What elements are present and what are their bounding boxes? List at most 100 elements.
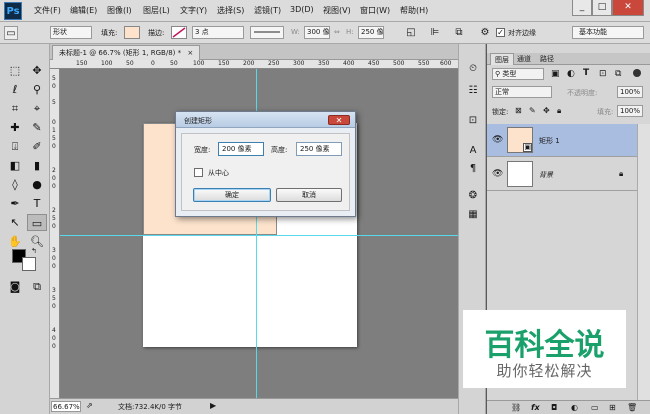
link-icon[interactable]: ⛓ — [511, 403, 521, 412]
menu-type[interactable]: 文字(Y) — [180, 5, 207, 16]
text-panel-icon[interactable]: A — [465, 144, 481, 158]
marquee-tool-icon[interactable]: ⬚ — [5, 62, 25, 79]
filter-shape-icon[interactable]: ⊡ — [599, 69, 607, 79]
history-brush-icon[interactable]: ✐ — [27, 138, 47, 155]
restore-button[interactable]: □ — [592, 0, 612, 16]
new-layer-icon[interactable]: ⊞ — [609, 403, 616, 412]
dialog-title-bar[interactable]: 创建矩形 ✕ — [176, 112, 355, 128]
clone-stamp-icon[interactable]: ⍗ — [5, 138, 25, 155]
path-arrangement-icon[interactable]: ⧉ — [452, 26, 466, 40]
lock-all-icon[interactable]: 🔒︎ — [557, 106, 561, 116]
lock-transparent-icon[interactable]: ⊠ — [515, 106, 522, 115]
visibility-eye-icon[interactable]: 👁︎ — [492, 135, 503, 145]
menu-image[interactable]: 图像(I) — [107, 5, 132, 16]
stroke-type-select[interactable] — [250, 26, 284, 39]
fx-icon[interactable]: fx — [531, 403, 540, 412]
minimize-button[interactable]: _ — [572, 0, 592, 16]
menu-help[interactable]: 帮助(H) — [400, 5, 428, 16]
filter-type-icon[interactable]: T — [583, 68, 589, 78]
width-input[interactable]: 200 像素 — [218, 142, 264, 156]
gear-icon[interactable]: ⚙ — [478, 26, 492, 40]
tab-layers[interactable]: 图层 — [490, 53, 514, 65]
lock-pixels-icon[interactable]: ✎ — [529, 106, 536, 115]
path-select-tool-icon[interactable]: ↖ — [5, 214, 25, 231]
eraser-tool-icon[interactable]: ◧ — [5, 157, 25, 174]
layer-name[interactable]: 矩形 1 — [539, 136, 560, 146]
move-tool-icon[interactable]: ✥ — [27, 62, 47, 79]
gradient-tool-icon[interactable]: ▮ — [27, 157, 47, 174]
blur-tool-icon[interactable]: ◊ — [5, 176, 25, 193]
rectangle-tool-icon[interactable]: ▭ — [27, 214, 47, 231]
dodge-tool-icon[interactable]: ● — [27, 176, 47, 193]
rectangle-tool-preset-icon[interactable]: ▭ — [4, 26, 18, 40]
properties-panel-icon[interactable]: ☷ — [465, 84, 481, 98]
hand-tool-icon[interactable]: ✋ — [5, 233, 25, 250]
background-color-swatch[interactable] — [22, 257, 36, 271]
grid-panel-icon[interactable]: ▦ — [465, 208, 481, 222]
crop-tool-icon[interactable]: ⌗ — [5, 100, 25, 117]
history-panel-icon[interactable]: ⏲ — [465, 62, 481, 76]
type-tool-icon[interactable]: T — [27, 195, 47, 212]
menu-window[interactable]: 窗口(W) — [360, 5, 390, 16]
tab-close-icon[interactable]: × — [187, 49, 193, 57]
tab-paths[interactable]: 路径 — [536, 53, 558, 65]
quick-mask-icon[interactable]: ◙ — [5, 278, 25, 295]
link-dimensions-icon[interactable]: ⇔ — [334, 28, 340, 36]
menu-layer[interactable]: 图层(L) — [143, 5, 170, 16]
layers-scrollbar[interactable] — [637, 124, 650, 400]
zoom-level-field[interactable]: 66.67% — [51, 401, 81, 412]
document-tab[interactable]: 未标题-1 @ 66.7% (矩形 1, RGB/8) * × — [52, 45, 201, 60]
workspace-select[interactable]: 基本功能 — [572, 26, 644, 39]
pen-tool-icon[interactable]: ✒ — [5, 195, 25, 212]
fill-color-swatch[interactable] — [124, 26, 140, 39]
close-button[interactable]: ✕ — [612, 0, 644, 16]
brush-tool-icon[interactable]: ✎ — [27, 119, 47, 136]
stroke-color-swatch[interactable] — [171, 26, 187, 39]
quick-select-tool-icon[interactable]: ⚲ — [27, 81, 47, 98]
layer-row[interactable]: 👁︎ ▣ 矩形 1 — [487, 124, 637, 157]
lock-position-icon[interactable]: ✥ — [543, 106, 550, 115]
tool-mode-select[interactable]: 形状 — [50, 26, 92, 39]
status-menu-arrow-icon[interactable]: ▶ — [210, 401, 216, 410]
character-panel-icon[interactable]: ⊡ — [465, 114, 481, 128]
trash-icon[interactable]: 🗑︎ — [627, 403, 637, 412]
healing-brush-icon[interactable]: ✚ — [5, 119, 25, 136]
shape-height-input[interactable]: 250 像 — [358, 26, 384, 39]
layer-row[interactable]: 👁︎ 背景 🔒︎ — [487, 158, 637, 191]
eyedropper-tool-icon[interactable]: ⌖ — [27, 100, 47, 117]
visibility-eye-icon[interactable]: 👁︎ — [492, 169, 503, 179]
cancel-button[interactable]: 取消 — [276, 188, 342, 202]
adjustment-icon[interactable]: ◐ — [571, 403, 578, 412]
swatches-panel-icon[interactable]: ❂ — [465, 189, 481, 203]
lasso-tool-icon[interactable]: ℓ — [5, 81, 25, 98]
path-alignment-icon[interactable]: ⊫ — [428, 26, 442, 40]
dialog-close-icon[interactable]: ✕ — [328, 115, 350, 125]
layer-name[interactable]: 背景 — [539, 170, 553, 180]
mask-icon[interactable]: ◘ — [551, 403, 557, 412]
align-edges-checkbox[interactable]: ✓ — [496, 28, 505, 37]
export-icon[interactable]: ⇗ — [86, 401, 93, 410]
filter-toggle-icon[interactable] — [633, 69, 641, 77]
path-operations-icon[interactable]: ◱ — [404, 26, 418, 40]
menu-3d[interactable]: 3D(D) — [290, 5, 314, 14]
filter-pixel-icon[interactable]: ▣ — [551, 69, 560, 79]
shape-width-input[interactable]: 300 像 — [304, 26, 330, 39]
from-center-checkbox[interactable] — [194, 168, 203, 177]
filter-smart-icon[interactable]: ⧉ — [615, 69, 621, 79]
tab-channels[interactable]: 通道 — [513, 53, 535, 65]
opacity-input[interactable]: 100% — [617, 86, 643, 98]
swap-colors-icon[interactable]: ↰ — [31, 247, 37, 255]
ok-button[interactable]: 确定 — [193, 188, 271, 202]
filter-adjust-icon[interactable]: ◐ — [567, 69, 575, 79]
menu-file[interactable]: 文件(F) — [34, 5, 61, 16]
menu-view[interactable]: 视图(V) — [323, 5, 351, 16]
folder-icon[interactable]: ▭ — [591, 403, 599, 412]
stroke-width-select[interactable]: 3 点 — [192, 26, 244, 39]
zoom-tool-icon[interactable]: 🔍︎ — [27, 233, 47, 250]
blend-mode-select[interactable]: 正常 — [492, 86, 552, 98]
fill-input[interactable]: 100% — [617, 105, 643, 117]
layer-filter-select[interactable]: ⚲ 类型 — [492, 68, 544, 80]
height-input[interactable]: 250 像素 — [296, 142, 342, 156]
menu-filter[interactable]: 滤镜(T) — [254, 5, 281, 16]
menu-edit[interactable]: 编辑(E) — [70, 5, 97, 16]
